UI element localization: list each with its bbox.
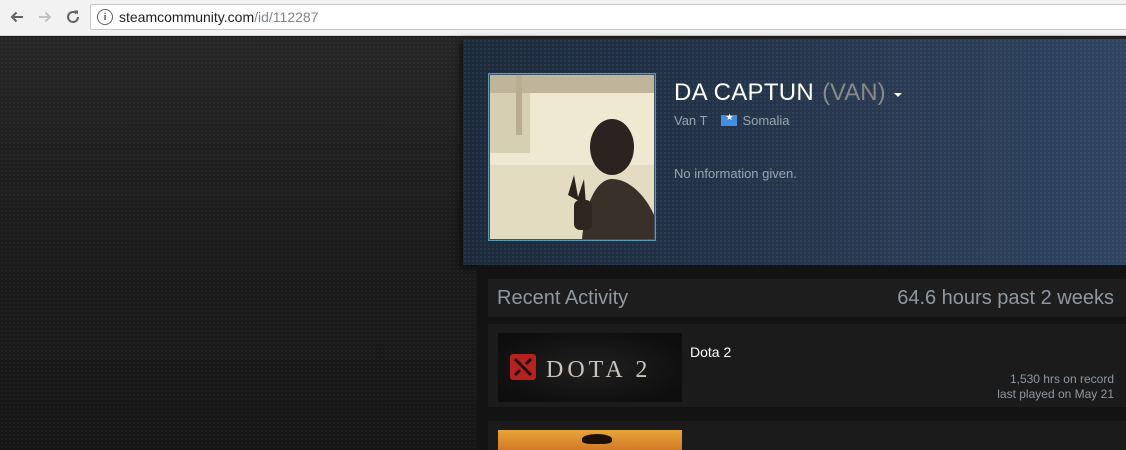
country-name: Somalia	[742, 113, 790, 128]
reload-button[interactable]	[62, 6, 84, 28]
avatar[interactable]	[488, 73, 656, 241]
profile-summary: No information given.	[674, 166, 797, 181]
game-stats: 1,530 hrs on record last played on May 2…	[997, 372, 1114, 402]
recent-activity-hours: 64.6 hours past 2 weeks	[897, 286, 1114, 309]
back-button[interactable]	[6, 6, 28, 28]
game-capsule-text: DOTA 2	[546, 357, 651, 383]
game-capsule[interactable]: DOTA 2	[498, 333, 682, 402]
forward-button[interactable]	[34, 6, 56, 28]
persona-name-row: DA CAPTUN (VAN)	[674, 79, 902, 107]
real-name-row: Van T Somalia	[674, 112, 790, 128]
arrow-left-icon	[10, 11, 23, 23]
game-capsule-2[interactable]	[498, 430, 682, 450]
game-last-played: last played on May 21	[997, 387, 1114, 401]
game-hours-on-record: 1,530 hrs on record	[1009, 372, 1114, 386]
recent-activity-header: Recent Activity 64.6 hours past 2 weeks	[488, 279, 1126, 317]
recent-game-card-2	[488, 421, 1126, 450]
url-host: steamcommunity.com	[119, 9, 255, 25]
persona-name: DA CAPTUN	[674, 79, 815, 106]
info-circle-icon[interactable]: i	[97, 9, 113, 25]
persona-alias: (VAN)	[822, 79, 886, 106]
real-name: Van T	[674, 113, 708, 128]
recent-activity-title: Recent Activity	[497, 286, 629, 309]
reload-icon	[67, 10, 79, 23]
arrow-right-icon	[39, 11, 52, 23]
dota2-logo-icon: DOTA 2	[510, 354, 651, 383]
url-path: /id/112287	[254, 9, 319, 25]
profile-content: Recent Activity 64.6 hours past 2 weeks …	[477, 265, 1126, 450]
avatar-image	[490, 75, 654, 239]
steam-profile-page: DA CAPTUN (VAN) Van T Somalia No informa…	[0, 37, 1126, 450]
profile-header: DA CAPTUN (VAN) Van T Somalia No informa…	[463, 39, 1126, 265]
chevron-down-icon[interactable]	[893, 93, 902, 97]
address-bar[interactable]: i steamcommunity.com/id/112287	[90, 4, 1126, 30]
somalia-flag-icon	[721, 112, 738, 126]
url-text: steamcommunity.com/id/112287	[119, 9, 318, 25]
recent-game-card: DOTA 2 Dota 2 1,530 hrs on record last p…	[488, 324, 1126, 407]
game-name[interactable]: Dota 2	[690, 344, 731, 360]
browser-toolbar: i steamcommunity.com/id/112287	[0, 0, 1126, 36]
